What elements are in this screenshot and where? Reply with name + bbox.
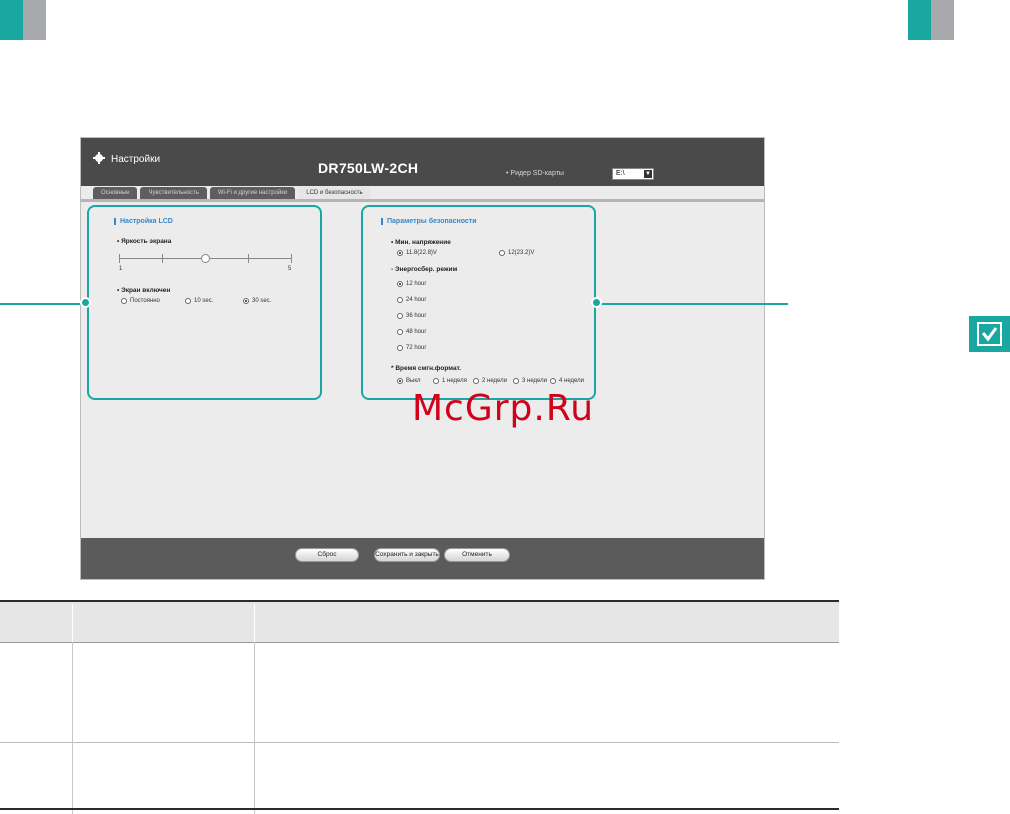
tab-2[interactable]: Wi-Fi и другие настройки	[209, 187, 296, 199]
reset-button[interactable]: Сброс	[295, 548, 359, 562]
window-title: Настройки	[93, 152, 160, 167]
cancel-button[interactable]: Отменить	[444, 548, 510, 562]
model-name: DR750LW-2CH	[318, 160, 419, 176]
callout-line-left	[0, 303, 86, 305]
callout-dot-left	[80, 297, 91, 308]
table-row-divider	[0, 642, 839, 643]
table-row-divider	[0, 742, 839, 743]
corner-decoration-left	[0, 0, 46, 40]
gear-icon	[93, 152, 105, 167]
table-header	[0, 600, 839, 642]
table-column-divider	[254, 642, 255, 814]
sd-reader-value: E:\	[616, 170, 625, 177]
chevron-down-icon: ▼	[644, 170, 652, 178]
window-header: Настройки DR750LW-2CH • Ридер SD-карты E…	[81, 138, 764, 186]
corner-decoration-right	[908, 0, 954, 40]
sd-reader-label: • Ридер SD-карты	[506, 170, 564, 177]
callout-line-right	[598, 303, 788, 305]
tab-bar: Основные Чувствительность Wi-Fi и другие н…	[93, 187, 371, 199]
tab-3[interactable]: LCD и безопасность	[298, 187, 371, 199]
tab-0[interactable]: Основные	[93, 187, 138, 199]
window-footer: Сброс Сохранить и закрыть Отменить	[81, 538, 764, 579]
callout-dot-right	[591, 297, 602, 308]
callout-frame-security	[361, 205, 596, 400]
watermark: McGrp.Ru	[412, 388, 595, 429]
callout-frame-lcd	[87, 205, 322, 400]
table-bottom-border	[0, 808, 839, 810]
tab-1[interactable]: Чувствительность	[140, 187, 207, 199]
sd-reader-select[interactable]: E:\ ▼	[612, 168, 654, 180]
table-column-divider	[72, 642, 73, 814]
checkmark-icon	[969, 316, 1010, 352]
window-title-text: Настройки	[111, 154, 161, 165]
save-and-close-button[interactable]: Сохранить и закрыть	[374, 548, 440, 562]
